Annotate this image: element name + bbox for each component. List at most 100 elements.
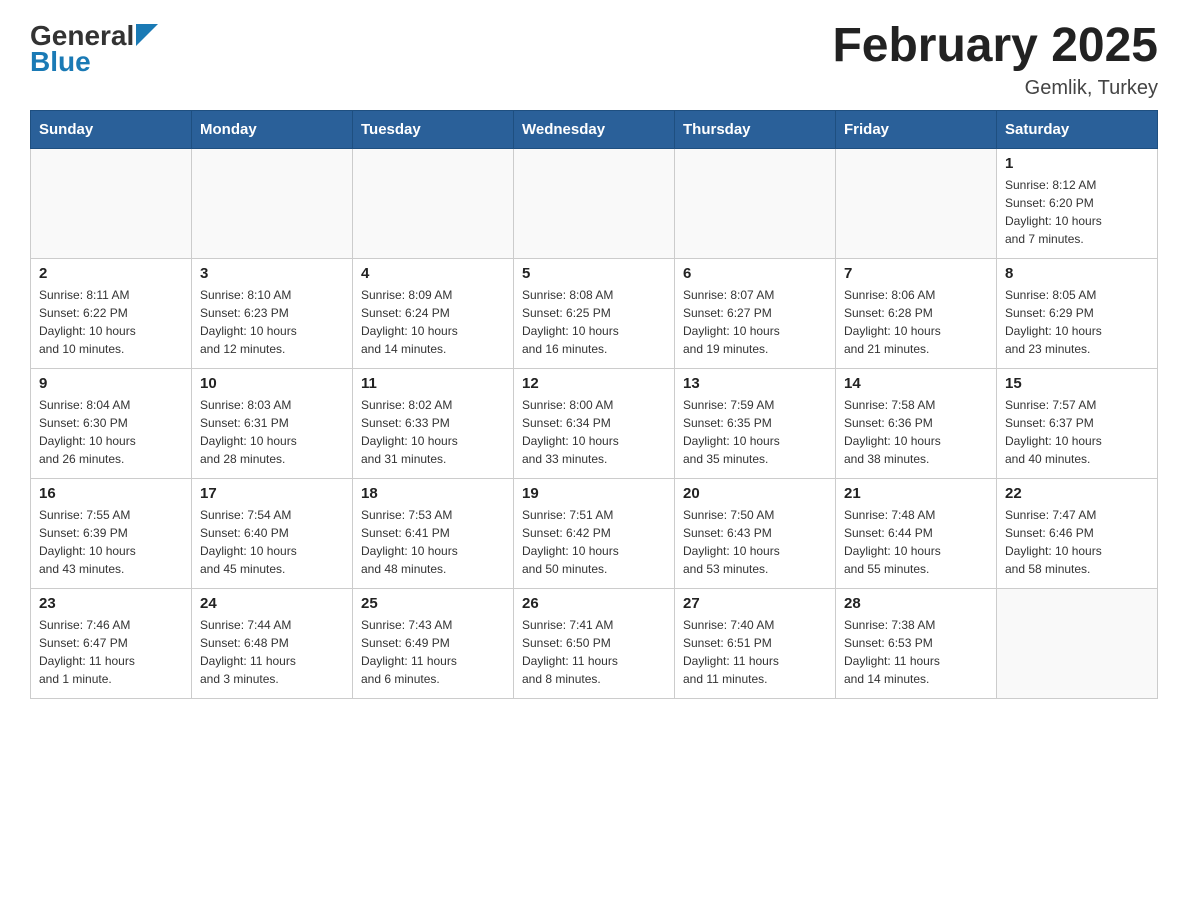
day-info: Sunrise: 7:53 AM	[361, 506, 505, 524]
day-number: 1	[1005, 155, 1149, 172]
day-info: and 16 minutes.	[522, 340, 666, 358]
day-number: 16	[39, 485, 183, 502]
day-info: and 33 minutes.	[522, 450, 666, 468]
calendar-cell: 11Sunrise: 8:02 AMSunset: 6:33 PMDayligh…	[353, 368, 514, 478]
day-info: Sunrise: 7:57 AM	[1005, 396, 1149, 414]
day-info: Sunset: 6:36 PM	[844, 414, 988, 432]
calendar-cell: 6Sunrise: 8:07 AMSunset: 6:27 PMDaylight…	[675, 258, 836, 368]
calendar-cell	[353, 148, 514, 258]
day-info: and 1 minute.	[39, 670, 183, 688]
calendar-cell	[514, 148, 675, 258]
day-info: and 12 minutes.	[200, 340, 344, 358]
day-info: Sunrise: 8:11 AM	[39, 286, 183, 304]
day-info: Daylight: 10 hours	[844, 322, 988, 340]
day-info: Sunrise: 8:00 AM	[522, 396, 666, 414]
logo: General Blue	[30, 20, 158, 78]
day-info: Sunset: 6:20 PM	[1005, 194, 1149, 212]
day-number: 15	[1005, 375, 1149, 392]
day-info: and 48 minutes.	[361, 560, 505, 578]
day-info: Sunrise: 7:58 AM	[844, 396, 988, 414]
day-number: 19	[522, 485, 666, 502]
day-info: Sunset: 6:31 PM	[200, 414, 344, 432]
day-info: Sunset: 6:30 PM	[39, 414, 183, 432]
week-row-4: 16Sunrise: 7:55 AMSunset: 6:39 PMDayligh…	[31, 478, 1158, 588]
header-thursday: Thursday	[675, 110, 836, 148]
day-info: Sunrise: 8:07 AM	[683, 286, 827, 304]
calendar-cell: 23Sunrise: 7:46 AMSunset: 6:47 PMDayligh…	[31, 588, 192, 698]
calendar-cell: 25Sunrise: 7:43 AMSunset: 6:49 PMDayligh…	[353, 588, 514, 698]
calendar-cell	[31, 148, 192, 258]
day-info: Sunrise: 7:54 AM	[200, 506, 344, 524]
header-monday: Monday	[192, 110, 353, 148]
header-sunday: Sunday	[31, 110, 192, 148]
day-info: Daylight: 10 hours	[844, 542, 988, 560]
calendar-cell: 3Sunrise: 8:10 AMSunset: 6:23 PMDaylight…	[192, 258, 353, 368]
day-info: Sunrise: 7:51 AM	[522, 506, 666, 524]
day-info: Sunrise: 7:47 AM	[1005, 506, 1149, 524]
day-number: 20	[683, 485, 827, 502]
day-info: Daylight: 10 hours	[522, 322, 666, 340]
calendar-cell: 9Sunrise: 8:04 AMSunset: 6:30 PMDaylight…	[31, 368, 192, 478]
calendar-cell	[192, 148, 353, 258]
calendar-cell: 15Sunrise: 7:57 AMSunset: 6:37 PMDayligh…	[997, 368, 1158, 478]
day-info: Sunrise: 8:08 AM	[522, 286, 666, 304]
day-info: Sunrise: 7:46 AM	[39, 616, 183, 634]
day-info: Sunrise: 7:59 AM	[683, 396, 827, 414]
day-info: and 7 minutes.	[1005, 230, 1149, 248]
logo-triangle-icon	[136, 24, 158, 46]
day-info: and 38 minutes.	[844, 450, 988, 468]
day-number: 5	[522, 265, 666, 282]
day-info: Daylight: 10 hours	[361, 542, 505, 560]
day-info: Sunrise: 8:03 AM	[200, 396, 344, 414]
day-number: 21	[844, 485, 988, 502]
calendar-cell: 17Sunrise: 7:54 AMSunset: 6:40 PMDayligh…	[192, 478, 353, 588]
day-number: 27	[683, 595, 827, 612]
day-info: and 19 minutes.	[683, 340, 827, 358]
day-number: 14	[844, 375, 988, 392]
day-info: Daylight: 10 hours	[39, 542, 183, 560]
calendar-cell: 21Sunrise: 7:48 AMSunset: 6:44 PMDayligh…	[836, 478, 997, 588]
calendar-cell	[675, 148, 836, 258]
day-info: Sunrise: 7:40 AM	[683, 616, 827, 634]
day-info: Sunset: 6:40 PM	[200, 524, 344, 542]
day-info: Sunset: 6:34 PM	[522, 414, 666, 432]
day-info: Sunset: 6:23 PM	[200, 304, 344, 322]
day-info: and 21 minutes.	[844, 340, 988, 358]
day-info: Sunrise: 8:04 AM	[39, 396, 183, 414]
day-info: Sunset: 6:49 PM	[361, 634, 505, 652]
week-row-3: 9Sunrise: 8:04 AMSunset: 6:30 PMDaylight…	[31, 368, 1158, 478]
header-row: SundayMondayTuesdayWednesdayThursdayFrid…	[31, 110, 1158, 148]
day-info: and 14 minutes.	[361, 340, 505, 358]
calendar-table: SundayMondayTuesdayWednesdayThursdayFrid…	[30, 110, 1158, 699]
day-info: Sunset: 6:44 PM	[844, 524, 988, 542]
header-wednesday: Wednesday	[514, 110, 675, 148]
day-info: Sunrise: 7:38 AM	[844, 616, 988, 634]
day-info: Daylight: 10 hours	[200, 322, 344, 340]
day-info: Daylight: 11 hours	[683, 652, 827, 670]
calendar-cell: 19Sunrise: 7:51 AMSunset: 6:42 PMDayligh…	[514, 478, 675, 588]
calendar-cell: 8Sunrise: 8:05 AMSunset: 6:29 PMDaylight…	[997, 258, 1158, 368]
day-info: Daylight: 10 hours	[200, 542, 344, 560]
day-info: Sunset: 6:35 PM	[683, 414, 827, 432]
calendar-cell: 10Sunrise: 8:03 AMSunset: 6:31 PMDayligh…	[192, 368, 353, 478]
day-number: 11	[361, 375, 505, 392]
calendar-cell: 12Sunrise: 8:00 AMSunset: 6:34 PMDayligh…	[514, 368, 675, 478]
day-number: 3	[200, 265, 344, 282]
day-info: and 35 minutes.	[683, 450, 827, 468]
day-info: and 55 minutes.	[844, 560, 988, 578]
day-info: Daylight: 11 hours	[39, 652, 183, 670]
calendar-cell: 27Sunrise: 7:40 AMSunset: 6:51 PMDayligh…	[675, 588, 836, 698]
day-info: and 28 minutes.	[200, 450, 344, 468]
day-info: Sunset: 6:41 PM	[361, 524, 505, 542]
day-info: Daylight: 11 hours	[200, 652, 344, 670]
day-info: Sunset: 6:33 PM	[361, 414, 505, 432]
calendar-cell: 28Sunrise: 7:38 AMSunset: 6:53 PMDayligh…	[836, 588, 997, 698]
day-number: 25	[361, 595, 505, 612]
day-info: and 8 minutes.	[522, 670, 666, 688]
day-info: Sunset: 6:43 PM	[683, 524, 827, 542]
day-info: Sunset: 6:48 PM	[200, 634, 344, 652]
day-info: Sunset: 6:27 PM	[683, 304, 827, 322]
day-info: Daylight: 10 hours	[39, 322, 183, 340]
day-info: Sunset: 6:22 PM	[39, 304, 183, 322]
day-info: and 6 minutes.	[361, 670, 505, 688]
